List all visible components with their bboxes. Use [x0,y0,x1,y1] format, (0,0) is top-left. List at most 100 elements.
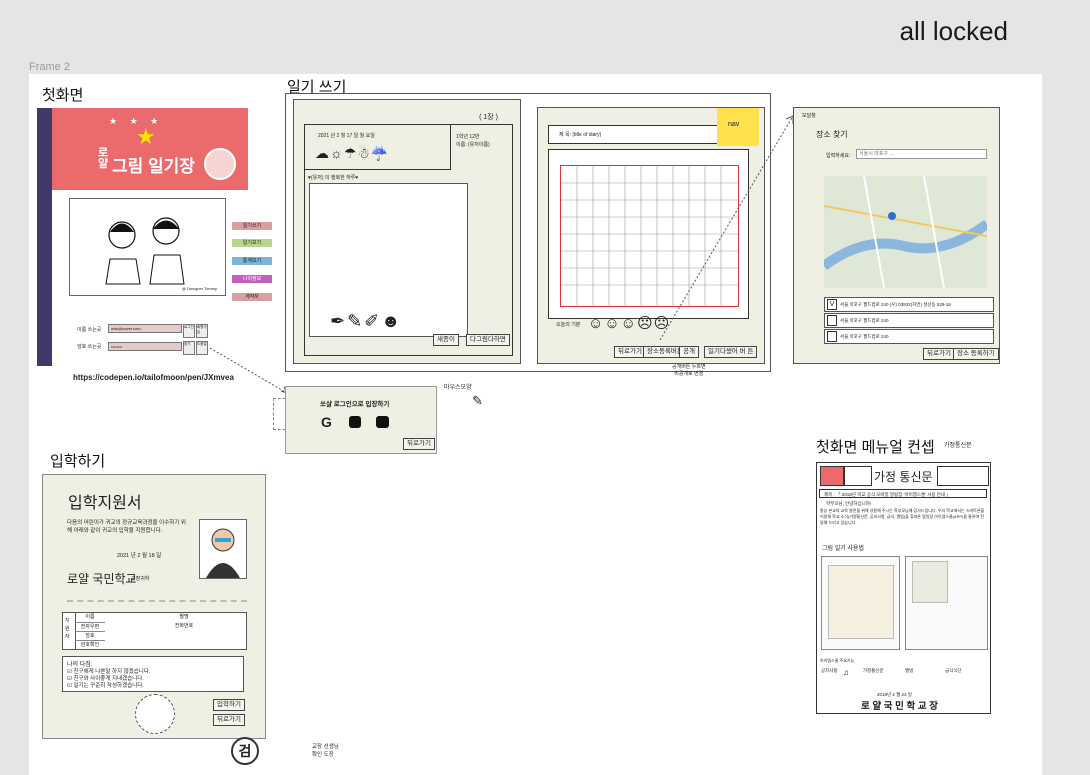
login-button[interactable]: 로그인 [183,324,195,338]
drawing-tools-icons[interactable]: ✒✎✐☻ [330,311,402,332]
field-labels: 이름 전자우편 암호 암호확인 [75,613,105,649]
feature-meal: 급식식단 [945,668,962,673]
drawing-canvas[interactable]: ✒✎✐☻ [309,183,468,337]
home-banner: ★ ★ ★ ★ 로 얄 그림 일기장 [52,108,248,190]
result-checkbox-checked[interactable]: V [827,299,837,310]
result-text: 서울 마포구 월드컵로 240 [840,334,889,339]
result-row-1[interactable]: V 서울 마포구 월드컵로 240 (우) 03932(지번) 성산동 529-… [824,297,994,312]
date-box: 2021 년 2 월 17 일 월 요일 ☁☼☂☃☔ [305,125,451,170]
modal-header: 모달창 [802,113,816,119]
diary-subject: ♥(유저) 의 행복한 하루♥ [308,175,359,181]
notice-section: 그림 일기 사용법 [822,546,864,552]
kids-illustration: @ Designer Tommy [69,198,226,296]
result-row-3[interactable]: 서울 마포구 월드컵로 240 [824,329,994,344]
find-button[interactable]: 찾기 [183,341,195,355]
home-sidebar [37,108,52,366]
notice-greeting: 학부모님, 안녕하십니까! [826,501,872,506]
manual-screenshot-1 [821,556,900,650]
emblem-icon [204,148,236,180]
social-title: 쏘샬 로그인으로 입장하기 [320,401,390,408]
result-checkbox[interactable] [827,331,837,342]
applicant-table: 지 원 자 이름 전자우편 암호 암호확인 별명 전화번호 [62,612,247,650]
google-icon[interactable]: G [321,414,332,430]
modal-back-button[interactable]: 뒤로가기 [923,348,955,360]
field-label: 별명 [179,614,189,620]
public-note: 공개버튼 누르면 비공개로 변경 [672,364,706,377]
field-labels-right: 별명 전화번호 [169,613,199,630]
diary-frame: 2021 년 2 월 17 일 월 요일 ☁☼☂☃☔ 1학년 12반 이름: (… [304,124,513,356]
modal-input-label: 입력하세요: [826,153,851,159]
menu-stats[interactable]: 통계보기 [232,257,272,265]
diary-back-button[interactable]: 뒤로가기 [614,346,646,358]
section-subtitle-manual: 가정통신문 [944,443,972,449]
admission-title: 입학지원서 [68,495,142,512]
lock-status: all locked [899,16,1008,46]
notice-body: 항상 본교의 교육 발전을 위해 성원해 주시는 학부모님께 감사드립니다. 우… [820,508,985,525]
notice-subject: 제목 : 「 2018년 학교 공식 모바일 알림장 '아이엠스쿨' 사용 안내… [819,489,987,498]
map-view[interactable] [824,176,987,288]
id-label: 이름 쓰는곳 [77,327,102,333]
field-label: 이름 [75,613,105,623]
admission-body: 다음의 어린이가 귀교의 정규교육과정을 이수하기 위해 아래와 같이 귀교의 … [67,520,186,534]
title-field-text: 제 목: (title of diary) [559,132,602,138]
flow-arrow-login [209,347,288,394]
stamp-note: 교장 선생님 확인 도장 [312,744,339,758]
name-label: 이름: (유저이름) [456,142,490,148]
pledge-text: 일기는 꾸준히 작성하겠습니다. [73,683,144,689]
menu-my-info[interactable]: 나의정보 [232,275,272,283]
menu-write-diary[interactable]: 일기쓰기 [232,222,272,230]
pw-input[interactable]: •••••••• [108,342,182,351]
admission-back-button[interactable]: 뒤로가기 [213,714,245,726]
talk-icon[interactable] [376,416,389,428]
done-drawing-button[interactable]: 다그림다하면 [466,334,510,346]
mood-label: 오늘의 기분 [556,322,581,328]
weather-icons[interactable]: ☁☼☂☃☔ [315,145,389,162]
section-title-admission: 입학하기 [50,453,106,470]
github-icon[interactable] [349,416,361,428]
signup-button[interactable]: 회원가입 [196,324,208,338]
field-label: 암호 [75,632,105,641]
page-number: ( 1장 ) [479,114,498,121]
menu-view-diary[interactable]: 일기보기 [232,239,272,247]
home-title: 그림 일기장 [112,157,195,176]
applicant-side-label: 지 원 자 [65,618,70,640]
place-search-input[interactable] [856,149,987,159]
pw-label: 암호 쓰는곳 [77,344,102,350]
school-name: 로얄 국민학교 [67,572,137,586]
school-suffix: 교장귀하 [131,576,150,582]
result-text: 서울 마포구 월드컵로 240 (우) 03932(지번) 성산동 529-16 [840,302,951,307]
frame-label: Frame 2 [29,61,70,73]
feature-notice: 공지사항 [821,668,838,673]
title-prefix: 로 얄 [98,147,109,170]
feature-letter: 가정통신문 [863,668,884,673]
feature-album: 앨범 [905,668,914,673]
field-label: 전자우편 [75,623,105,632]
illustration-caption: @ Designer Tommy [181,286,217,291]
result-text: 서울 마포구 월드컵로 240 [840,318,889,323]
modal-title: 장소 찾기 [816,130,848,139]
id-input[interactable]: wds@naver.com [108,324,182,333]
pencil-cursor-icon: ✎ [472,393,483,408]
result-row-2[interactable]: 서울 마포구 월드컵로 240 [824,313,994,328]
menu-maker[interactable]: 계작자 [232,293,272,301]
pledge-3[interactable]: ☑ 일기는 꾸준히 작성하겠습니다. [67,681,144,689]
result-checkbox[interactable] [827,315,837,326]
new-paper-button[interactable]: 새종이 [433,334,459,346]
app-features-label: 아이엠스쿨 주요기능 [820,658,855,663]
gold-star-icon: ★ [136,124,156,149]
divider [67,600,247,602]
place-register-confirm-button[interactable]: 장소 등록하기 [953,348,999,360]
section-title-home: 첫화면 [42,87,84,104]
mouse-label: 마우스모양 [444,385,472,391]
approval-stamp-icon: 검 [231,737,259,765]
social-back-button[interactable]: 뒤로가기 [403,438,435,450]
notice-logo-icon [820,466,844,486]
principal-signature: 로 얄 국 민 학 교 장 [861,701,939,712]
grade-label: 1학년 12반 [456,134,480,140]
notice-title: 가정 통신문 [874,470,933,484]
enroll-button[interactable]: 입학하기 [213,699,245,711]
flow-arrow-modal [659,115,794,341]
diary-page-left: ( 1장 ) 2021 년 2 월 17 일 월 요일 ☁☼☂☃☔ 1학년 12… [293,99,521,364]
diary-date: 2021 년 2 월 17 일 월 요일 [318,133,375,139]
pledge-box: 나의 다짐: ☑ 친구에게 나쁜말 하지 않겠습니다. ☑ 친구와 사이좋게 지… [62,656,244,692]
